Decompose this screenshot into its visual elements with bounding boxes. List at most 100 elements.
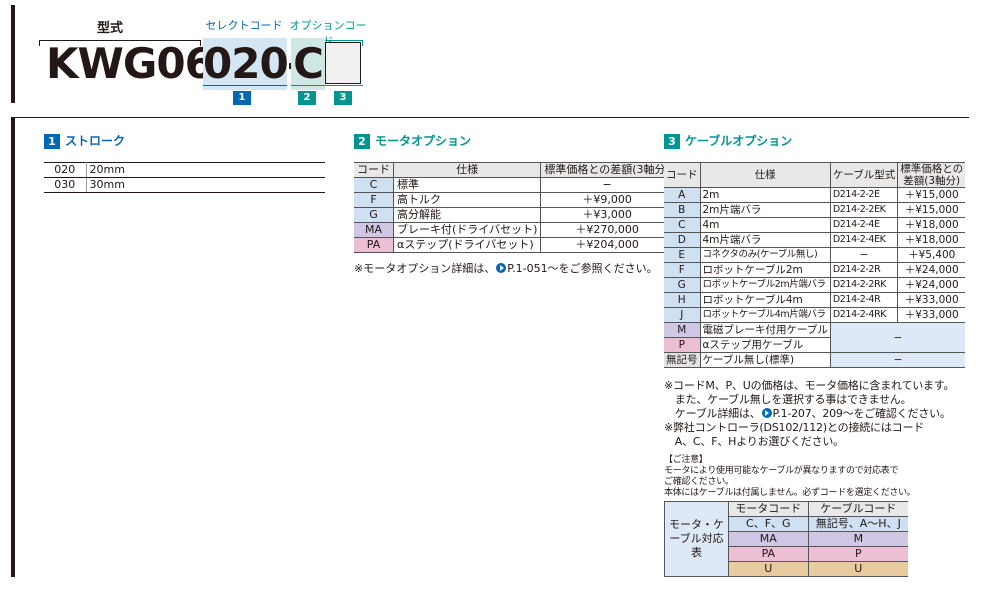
stroke-code: 030 — [44, 177, 87, 193]
select-code-underline — [203, 85, 287, 86]
cable-note-link[interactable]: P.1-207、209〜をご確認ください。 — [773, 407, 951, 420]
caution-title: 【ご注意】 — [664, 455, 708, 465]
section-accent-bar — [11, 117, 15, 577]
cable-merged-price: − — [829, 322, 966, 353]
cable-code: B — [664, 202, 701, 218]
cable-price: ＋¥24,000 — [897, 277, 966, 293]
cable-code: A — [664, 187, 701, 203]
caution-line: 本体にはケーブルは付属しません。必ずコードを選定ください。 — [664, 488, 916, 498]
table-row: G ロボットケーブル2m片端バラ D214-2-2RK ＋¥24,000 — [664, 277, 966, 293]
motor-price: ＋¥270,000 — [540, 222, 673, 238]
cable-section-number: 3 — [664, 134, 680, 149]
motor-price: ＋¥204,000 — [540, 237, 673, 253]
cable-note-before: ケーブル詳細は、 — [664, 407, 761, 420]
motor-note-before: ※モータオプション詳細は、 — [354, 262, 496, 275]
stroke-section-number: 1 — [44, 134, 60, 149]
compat-cable: U — [807, 561, 908, 577]
table-row: PA αステップ(ドライバセット) ＋¥204,000 — [354, 237, 673, 253]
cable-price: ＋¥33,000 — [897, 307, 966, 323]
caution-line: ご確認ください。 — [664, 477, 734, 487]
motor-price: ＋¥3,000 — [540, 207, 673, 223]
motor-header-code: コード — [354, 162, 394, 178]
table-header-row: モータ・ケーブル対応表 モータコード ケーブルコード — [664, 501, 908, 577]
cable-spec: ロボットケーブル4m — [699, 292, 831, 308]
table-row: F ロボットケーブル2m D214-2-2R ＋¥24,000 — [664, 262, 966, 278]
cable-header-model: ケーブル型式 — [829, 162, 899, 188]
cable-model: D214-2-4RK — [829, 307, 899, 323]
table-row: 020 20mm — [44, 162, 325, 178]
stroke-code-slot: 020 — [203, 38, 289, 90]
cable-header-price-line2: 差額(3軸分) — [903, 175, 961, 187]
cable-note-line: ケーブル詳細は、 P.1-207、209〜をご確認ください。 — [664, 407, 954, 421]
cable-code-slot — [325, 42, 361, 84]
stroke-section-title: 1 ストローク — [44, 134, 125, 149]
motor-code-slot: C — [291, 38, 325, 90]
cable-spec: ロボットケーブル2m片端バラ — [699, 277, 831, 293]
cable-title-text: ケーブルオプション — [685, 134, 793, 148]
motor-price: − — [540, 177, 673, 193]
model-prefix: KWG06 — [46, 39, 214, 88]
table-header-row: コード 仕様 標準価格との差額(3軸分) — [354, 162, 673, 178]
cable-code: C — [664, 217, 701, 233]
cable-model: D214-2-4R — [829, 292, 899, 308]
cable-spec: 電磁ブレーキ付用ケーブル — [699, 322, 831, 338]
motor-code: C — [354, 177, 394, 193]
table-row: J ロボットケーブル4m片端バラ D214-2-4RK ＋¥33,000 — [664, 307, 966, 323]
table-row: D 4m片端バラ D214-2-4EK ＋¥18,000 — [664, 232, 966, 248]
cable-price: ＋¥15,000 — [897, 202, 966, 218]
table-row: A 2m D214-2-2E ＋¥15,000 — [664, 187, 966, 203]
badge-1: 1 — [233, 91, 251, 105]
cable-code: F — [664, 262, 701, 278]
badge-2: 2 — [298, 91, 316, 105]
cable-section-title: 3 ケーブルオプション — [664, 134, 792, 149]
cable-header-spec: 仕様 — [699, 162, 831, 188]
table-row: MA ブレーキ付(ドライバセット) ＋¥270,000 — [354, 222, 673, 238]
section-rule — [11, 117, 969, 118]
cable-code: J — [664, 307, 701, 323]
cable-price: ＋¥18,000 — [897, 232, 966, 248]
table-row: H ロボットケーブル4m D214-2-4R ＋¥33,000 — [664, 292, 966, 308]
table-row: C 4m D214-2-4E ＋¥18,000 — [664, 217, 966, 233]
cable-spec: ケーブル無し(標準) — [699, 352, 831, 368]
cable-model: − — [829, 247, 899, 263]
cable-note-line: ※弊社コントローラ(DS102/112)との接続にはコード — [664, 421, 925, 434]
motor-note: ※モータオプション詳細は、 P.1-051〜をご参照ください。 — [354, 262, 658, 276]
badge-3: 3 — [334, 91, 352, 105]
motor-title-text: モータオプション — [375, 134, 472, 148]
cable-spec: ロボットケーブル4m片端バラ — [699, 307, 831, 323]
cable-note-line: A、C、F、Hよりお選びください。 — [664, 435, 844, 448]
cable-model: D214-2-2EK — [829, 202, 899, 218]
table-row: E コネクタのみ(ケーブル無し) − ＋¥5,400 — [664, 247, 966, 263]
stroke-title-text: ストローク — [65, 134, 126, 148]
cable-model: D214-2-2RK — [829, 277, 899, 293]
compat-motor: MA — [728, 531, 809, 547]
table-header-row: コード 仕様 ケーブル型式 標準価格との 差額(3軸分) — [664, 162, 966, 188]
compat-cable: P — [807, 546, 908, 562]
model-label: 型式 — [96, 21, 123, 36]
motor-option-table: コード 仕様 標準価格との差額(3軸分) C 標準 − F 高トルク ＋¥9,0… — [354, 162, 673, 253]
motor-cable-compat-table: モータ・ケーブル対応表 モータコード ケーブルコード C、F、G 無記号、A〜H… — [664, 501, 908, 577]
cable-notes: ※コードM、P、Uの価格は、モータ価格に含まれています。 また、ケーブル無しを選… — [664, 379, 955, 449]
stroke-code: 020 — [44, 162, 87, 178]
cable-model: D214-2-4EK — [829, 232, 899, 248]
cable-spec: ロボットケーブル2m — [699, 262, 831, 278]
motor-code: MA — [354, 222, 394, 238]
motor-code: PA — [354, 237, 394, 253]
header-accent-bar — [11, 5, 15, 103]
cable-model: D214-2-4E — [829, 217, 899, 233]
stroke-value: 30mm — [86, 177, 325, 193]
cable-none-price: − — [829, 352, 966, 368]
table-row: 無記号 ケーブル無し(標準) − — [664, 352, 966, 368]
motor-spec: αステップ(ドライバセット) — [392, 237, 542, 253]
cable-spec: αステップ用ケーブル — [699, 337, 831, 353]
motor-section-number: 2 — [354, 134, 370, 149]
cable-header-code: コード — [664, 162, 701, 188]
cable-price: ＋¥15,000 — [897, 187, 966, 203]
cable-spec: 4m — [699, 217, 831, 233]
cable-price: ＋¥33,000 — [897, 292, 966, 308]
motor-note-link[interactable]: P.1-051〜をご参照ください。 — [507, 262, 657, 275]
compat-header-motor: モータコード — [728, 501, 809, 517]
motor-spec: ブレーキ付(ドライバセット) — [392, 222, 542, 238]
motor-code: F — [354, 192, 394, 208]
page-reference-icon — [761, 408, 772, 418]
